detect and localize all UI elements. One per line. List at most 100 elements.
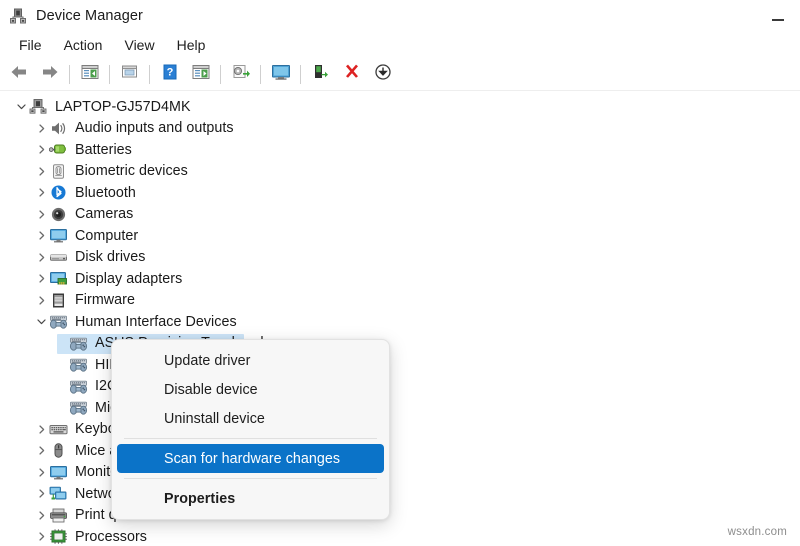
context-menu-item-uninstall-device[interactable]: Uninstall device bbox=[117, 404, 384, 433]
display-adapter-icon bbox=[48, 270, 68, 288]
enable-device-icon bbox=[311, 63, 331, 86]
tree-item-label: Disk drives bbox=[75, 249, 146, 266]
update-driver-button[interactable] bbox=[226, 62, 255, 88]
tree-item[interactable]: Batteries bbox=[0, 139, 800, 161]
tree-item-label: Biometric devices bbox=[75, 163, 188, 180]
disable-device-icon bbox=[373, 63, 393, 86]
chevron-right-icon[interactable] bbox=[35, 444, 48, 457]
svg-text:?: ? bbox=[166, 67, 173, 79]
show-hide-action-pane-button[interactable] bbox=[186, 62, 215, 88]
toolbar-separator bbox=[300, 65, 301, 84]
chevron-right-icon[interactable] bbox=[35, 509, 48, 522]
context-menu[interactable]: Update driver Disable device Uninstall dev… bbox=[111, 339, 390, 520]
chevron-right-icon[interactable] bbox=[35, 272, 48, 285]
chevron-right-icon[interactable] bbox=[35, 487, 48, 500]
menu-action[interactable]: Action bbox=[53, 34, 114, 56]
title-bar: Device Manager bbox=[0, 0, 800, 31]
toolbar-separator bbox=[109, 65, 110, 84]
tree-item-label: Display adapters bbox=[75, 270, 183, 287]
toolbar-divider bbox=[0, 90, 800, 91]
tree-item-label: LAPTOP-GJ57D4MK bbox=[55, 98, 191, 115]
chevron-down-icon[interactable] bbox=[15, 100, 28, 113]
chevron-right-icon[interactable] bbox=[35, 466, 48, 479]
chevron-right-icon[interactable] bbox=[35, 143, 48, 156]
device-manager-icon bbox=[9, 7, 27, 25]
toolbar-separator bbox=[69, 65, 70, 84]
toolbar-separator bbox=[220, 65, 221, 84]
context-menu-item-disable-device[interactable]: Disable device bbox=[117, 375, 384, 404]
tree-item-label: Firmware bbox=[75, 292, 135, 309]
tree-item[interactable]: Firmware bbox=[0, 290, 800, 312]
minimize-icon bbox=[771, 19, 784, 21]
show-hide-console-tree-icon bbox=[80, 63, 100, 86]
help-icon: ? bbox=[160, 63, 180, 86]
hid-icon bbox=[68, 377, 88, 395]
show-hide-console-tree-button[interactable] bbox=[75, 62, 104, 88]
chevron-right-icon[interactable] bbox=[35, 122, 48, 135]
chevron-down-icon[interactable] bbox=[35, 315, 48, 328]
tree-item[interactable]: Disk drives bbox=[0, 247, 800, 269]
tree-item-label: Cameras bbox=[75, 206, 134, 223]
chevron-right-icon[interactable] bbox=[35, 251, 48, 264]
tree-item[interactable]: Biometric devices bbox=[0, 161, 800, 183]
window-controls bbox=[755, 0, 800, 31]
tree-item-label: Computer bbox=[75, 227, 139, 244]
menu-bar: File Action View Help bbox=[0, 31, 800, 59]
context-menu-item-properties[interactable]: Properties bbox=[117, 484, 384, 513]
menu-file[interactable]: File bbox=[8, 34, 53, 56]
tree-item[interactable]: Computer bbox=[0, 225, 800, 247]
menu-help[interactable]: Help bbox=[166, 34, 217, 56]
tree-item[interactable]: LAPTOP-GJ57D4MK bbox=[0, 96, 800, 118]
bluetooth-icon bbox=[48, 184, 68, 202]
tree-item-label: Human Interface Devices bbox=[75, 313, 237, 330]
context-menu-item-scan-for-hardware-changes[interactable]: Scan for hardware changes bbox=[117, 444, 384, 473]
tree-item[interactable]: Processors bbox=[0, 526, 800, 546]
uninstall-device-button[interactable] bbox=[337, 62, 366, 88]
tree-item[interactable]: Human Interface Devices bbox=[0, 311, 800, 333]
help-button[interactable]: ? bbox=[155, 62, 184, 88]
chevron-right-icon[interactable] bbox=[35, 165, 48, 178]
disable-device-button[interactable] bbox=[368, 62, 397, 88]
hid-icon bbox=[68, 399, 88, 417]
forward-button[interactable] bbox=[35, 62, 64, 88]
menu-view[interactable]: View bbox=[113, 34, 165, 56]
keyboard-icon bbox=[48, 420, 68, 438]
tree-item[interactable]: Display adapters bbox=[0, 268, 800, 290]
properties-button[interactable] bbox=[115, 62, 144, 88]
update-driver-icon bbox=[231, 63, 251, 86]
fingerprint-icon bbox=[48, 162, 68, 180]
back-button[interactable] bbox=[4, 62, 33, 88]
context-menu-separator bbox=[124, 438, 377, 439]
enable-device-button[interactable] bbox=[306, 62, 335, 88]
tree-item-label: Bluetooth bbox=[75, 184, 136, 201]
minimize-button[interactable] bbox=[755, 0, 800, 31]
hid-icon bbox=[68, 334, 88, 352]
context-menu-separator bbox=[124, 478, 377, 479]
tree-item[interactable]: Cameras bbox=[0, 204, 800, 226]
network-adapter-icon bbox=[48, 485, 68, 503]
computer-node-icon bbox=[28, 98, 48, 116]
battery-icon bbox=[48, 141, 68, 159]
chevron-right-icon[interactable] bbox=[35, 229, 48, 242]
tree-item[interactable]: Audio inputs and outputs bbox=[0, 118, 800, 140]
scan-for-hardware-changes-button[interactable] bbox=[266, 62, 295, 88]
chevron-right-icon[interactable] bbox=[35, 423, 48, 436]
chevron-right-icon[interactable] bbox=[35, 186, 48, 199]
chevron-right-icon[interactable] bbox=[35, 530, 48, 543]
hid-icon bbox=[68, 356, 88, 374]
printer-icon bbox=[48, 506, 68, 524]
monitor-icon bbox=[48, 463, 68, 481]
device-manager-window: Device Manager File Action View Help ? L… bbox=[0, 0, 800, 546]
toolbar-separator bbox=[149, 65, 150, 84]
scan-for-hardware-changes-icon bbox=[270, 63, 292, 86]
forward-icon bbox=[40, 63, 60, 86]
chevron-right-icon[interactable] bbox=[35, 208, 48, 221]
monitor-icon bbox=[48, 227, 68, 245]
chevron-right-icon[interactable] bbox=[35, 294, 48, 307]
firmware-icon bbox=[48, 291, 68, 309]
window-title: Device Manager bbox=[36, 7, 143, 24]
mouse-icon bbox=[48, 442, 68, 460]
tree-item[interactable]: Bluetooth bbox=[0, 182, 800, 204]
context-menu-item-update-driver[interactable]: Update driver bbox=[117, 346, 384, 375]
tree-item-label: Batteries bbox=[75, 141, 132, 158]
